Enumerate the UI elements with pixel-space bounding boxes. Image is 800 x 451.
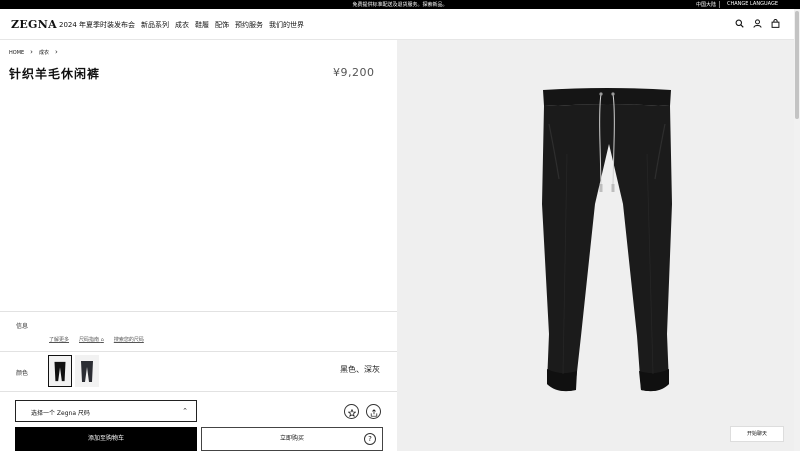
buy-now-label: 立即购买	[279, 435, 304, 442]
product-title: 针织羊毛休闲裤	[9, 67, 101, 81]
find-your-size-link[interactable]: 搜索您的尺码	[114, 336, 144, 343]
region-selector[interactable]: 中国大陆	[696, 1, 716, 8]
nav-item-summer-show[interactable]: 2024 年夏季时装发布会	[59, 20, 135, 30]
nav-item-accessories[interactable]: 配饰	[215, 20, 229, 30]
chevron-right-icon: ›	[55, 48, 58, 56]
hanger-icon: ⌂	[100, 337, 104, 343]
size-guide-label: 尺码指南	[79, 337, 100, 343]
scrollbar-thumb[interactable]	[795, 11, 799, 119]
color-swatch-black[interactable]	[48, 355, 72, 387]
start-chat-button[interactable]: 开始聊天	[730, 426, 784, 442]
info-label: 信息	[16, 323, 29, 330]
selected-color-value: 黑色、深灰	[340, 365, 380, 374]
promo-bar: 免费提供标准配送及退货服务。探索新品。 中国大陆 CHANGE LANGUAGE	[0, 0, 800, 9]
product-image-trousers[interactable]	[537, 84, 677, 404]
account-icon[interactable]	[753, 19, 762, 28]
zegna-logo[interactable]: ZEGNA	[11, 18, 57, 31]
chevron-up-icon: ⌃	[182, 407, 188, 415]
nav-item-shoes[interactable]: 鞋履	[195, 20, 209, 30]
color-swatch-dark-grey[interactable]	[75, 355, 99, 387]
info-links: 了解更多 尺码指南 ⌂ 搜索您的尺码	[49, 336, 144, 343]
bag-icon[interactable]	[771, 19, 780, 28]
size-select[interactable]: 选择一个 Zegna 尺码 ⌃	[15, 400, 197, 422]
divider	[0, 391, 397, 392]
divider	[0, 311, 397, 312]
change-language-link[interactable]: CHANGE LANGUAGE	[727, 1, 778, 7]
search-icon[interactable]	[735, 19, 744, 28]
nav-item-appointments[interactable]: 预约服务	[235, 20, 263, 30]
size-guide-link[interactable]: 尺码指南 ⌂	[79, 336, 104, 343]
chevron-right-icon: ›	[30, 48, 33, 56]
share-icon	[370, 402, 378, 421]
size-select-placeholder: 选择一个 Zegna 尺码	[31, 410, 90, 417]
main-nav: 2024 年夏季时装发布会 新品系列 成衣 鞋履 配饰 预约服务 我们的世界	[59, 20, 304, 30]
product-image-panel: 开始聊天	[397, 40, 794, 451]
nav-item-ready-to-wear[interactable]: 成衣	[175, 20, 189, 30]
share-button[interactable]	[366, 404, 381, 419]
learn-more-link[interactable]: 了解更多	[49, 336, 69, 343]
buy-now-button[interactable]: 立即购买 ?	[201, 427, 383, 451]
nav-item-new-arrivals[interactable]: 新品系列	[141, 20, 169, 30]
site-header: ZEGNA 2024 年夏季时装发布会 新品系列 成衣 鞋履 配饰 预约服务 我…	[0, 9, 794, 40]
add-to-cart-button[interactable]: 添加至购物车	[15, 427, 197, 451]
wishlist-button[interactable]	[344, 404, 359, 419]
product-details-panel: HOME › 成衣 › 针织羊毛休闲裤 ¥9,200 信息 了解更多 尺码指南 …	[0, 40, 397, 451]
breadcrumb: HOME › 成衣 ›	[9, 48, 58, 57]
promo-text[interactable]: 免费提供标准配送及退货服务。探索新品。	[0, 1, 800, 8]
help-icon[interactable]: ?	[364, 433, 376, 445]
breadcrumb-home[interactable]: HOME	[9, 50, 24, 56]
divider	[0, 351, 397, 352]
product-price: ¥9,200	[333, 66, 375, 79]
breadcrumb-ready-to-wear[interactable]: 成衣	[39, 49, 49, 56]
color-label: 颜色	[16, 370, 29, 377]
topbar-divider	[719, 1, 720, 8]
star-icon	[347, 402, 356, 421]
nav-item-our-world[interactable]: 我们的世界	[269, 20, 304, 30]
header-icons	[735, 19, 780, 28]
page-scrollbar[interactable]	[794, 9, 800, 451]
